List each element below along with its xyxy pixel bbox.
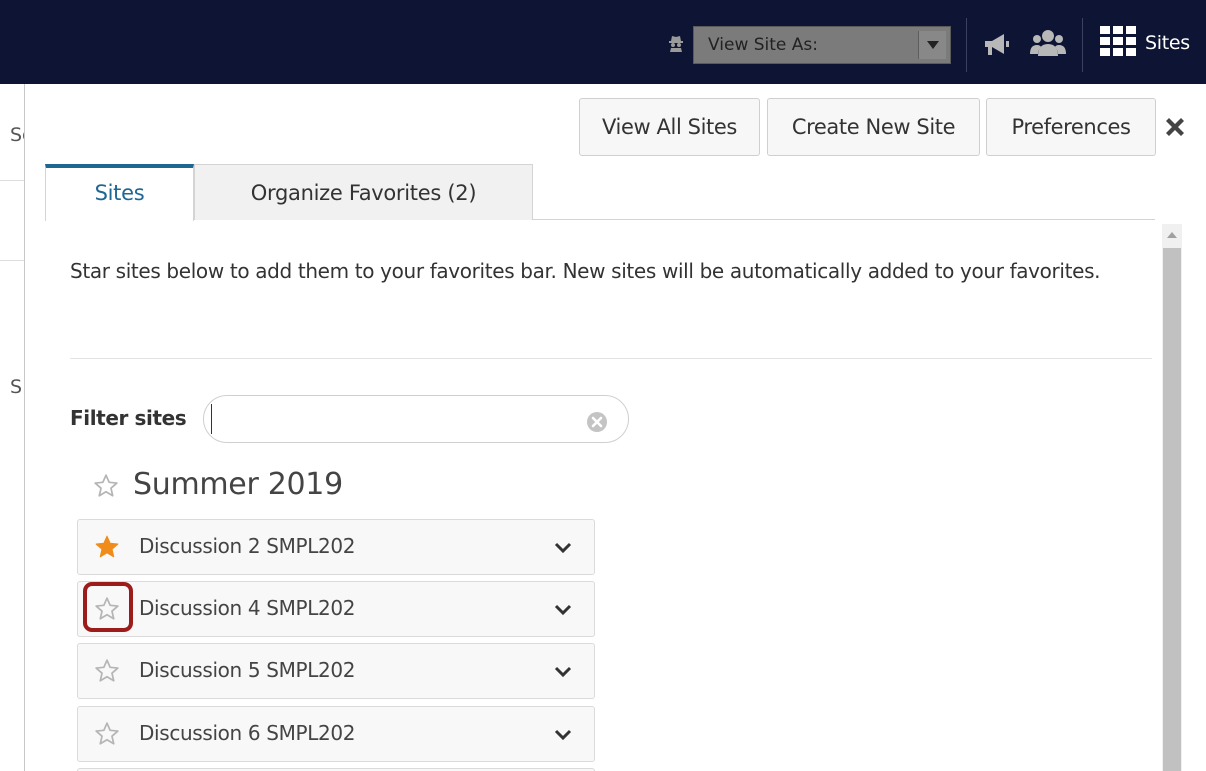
panel-tabs: Sites Organize Favorites (2) — [45, 164, 1155, 221]
site-name: Discussion 2 SMPL202 — [139, 534, 356, 558]
view-site-as-label: View Site As: — [708, 35, 819, 55]
chevron-down-icon[interactable] — [554, 666, 572, 678]
view-site-as-select[interactable]: View Site As: — [693, 26, 951, 64]
chevron-down-icon[interactable] — [554, 729, 572, 741]
top-navigation-bar: View Site As: Sites — [0, 0, 1206, 84]
site-row[interactable]: Discussion 4 SMPL202 — [77, 581, 595, 637]
sites-nav-button[interactable]: Sites — [1145, 32, 1190, 54]
divider — [0, 260, 24, 261]
clear-search-icon[interactable] — [586, 411, 608, 433]
view-all-sites-button[interactable]: View All Sites — [579, 98, 760, 156]
scrollbar[interactable] — [1162, 224, 1182, 771]
preferences-button[interactable]: Preferences — [986, 98, 1156, 156]
create-new-site-button[interactable]: Create New Site — [767, 98, 980, 156]
chevron-down-icon[interactable] — [554, 542, 572, 554]
star-outline-icon[interactable] — [94, 721, 120, 747]
select-toggle[interactable] — [918, 31, 946, 59]
scroll-up-button[interactable] — [1162, 224, 1182, 246]
star-filled-icon[interactable] — [94, 534, 120, 560]
app-window: View Site As: Sites Sc S View All Sites … — [0, 0, 1206, 771]
text-cursor — [211, 404, 212, 434]
sites-panel: View All Sites Create New Site Preferenc… — [24, 84, 1206, 771]
close-icon[interactable] — [1162, 114, 1188, 140]
favorites-instructions: Star sites below to add them to your fav… — [70, 259, 1101, 283]
nav-divider — [966, 18, 967, 72]
background-text: S — [10, 376, 23, 398]
scrollbar-thumb[interactable] — [1163, 248, 1181, 771]
highlight-callout — [83, 582, 133, 632]
divider — [0, 180, 24, 181]
tab-sites[interactable]: Sites — [45, 164, 194, 221]
site-row[interactable]: Discussion 6 SMPL202 — [77, 706, 595, 762]
site-row[interactable]: Discussion 5 SMPL202 — [77, 643, 595, 699]
site-name: Discussion 6 SMPL202 — [139, 721, 356, 745]
caret-up-icon — [1167, 232, 1177, 238]
grid-icon[interactable] — [1100, 26, 1138, 58]
filter-sites-label: Filter sites — [70, 406, 187, 430]
site-row[interactable]: Discussion 2 SMPL202 — [77, 519, 595, 575]
chevron-down-icon[interactable] — [554, 604, 572, 616]
people-icon[interactable] — [1030, 28, 1066, 60]
nav-divider — [1082, 18, 1083, 72]
site-name: Discussion 4 SMPL202 — [139, 596, 356, 620]
divider — [70, 358, 1152, 359]
background-page: Sc S — [0, 84, 33, 771]
tab-organize-favorites[interactable]: Organize Favorites (2) — [194, 164, 533, 220]
caret-down-icon — [927, 41, 939, 49]
megaphone-icon[interactable] — [982, 32, 1012, 58]
site-name: Discussion 5 SMPL202 — [139, 658, 356, 682]
star-outline-icon[interactable] — [94, 658, 120, 684]
filter-sites-input[interactable] — [203, 395, 629, 443]
user-secret-icon — [669, 36, 683, 52]
star-outline-icon[interactable] — [93, 473, 119, 499]
term-heading: Summer 2019 — [133, 467, 343, 502]
